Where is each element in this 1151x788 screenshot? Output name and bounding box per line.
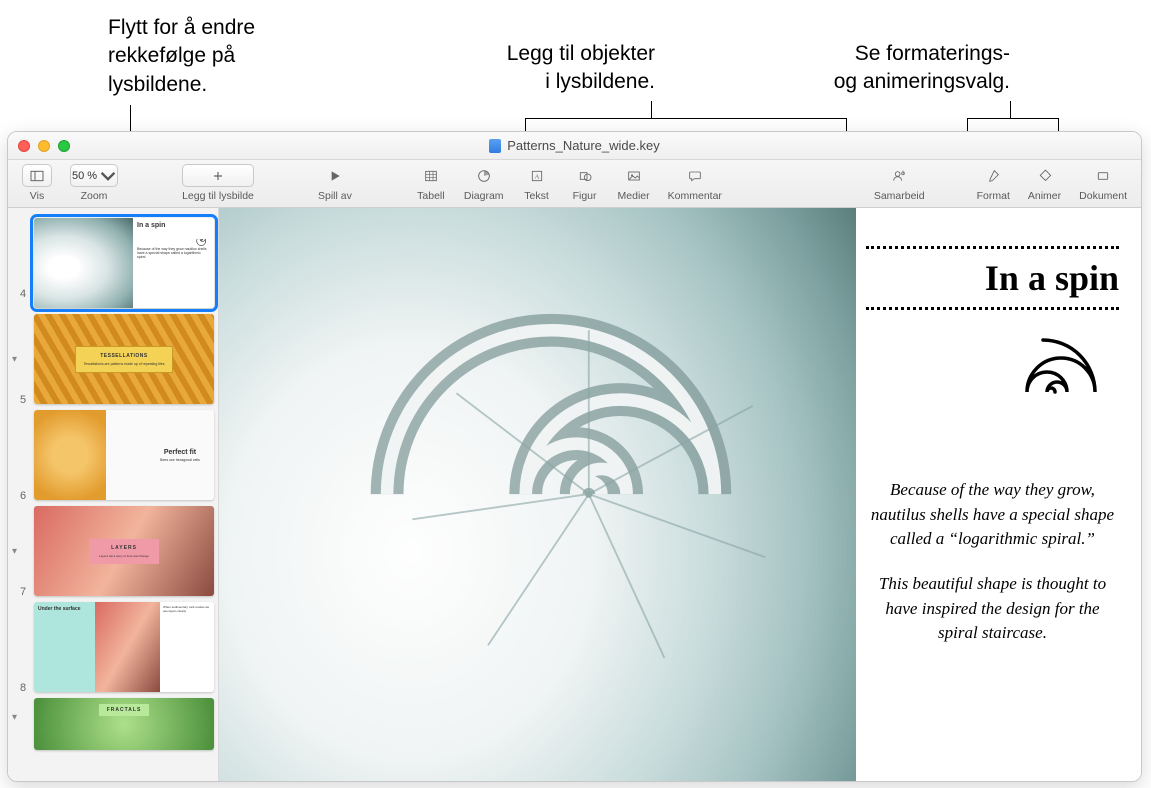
thumb-title: In a spin <box>137 222 210 229</box>
text-icon: A <box>529 168 545 184</box>
slide-canvas[interactable]: In a spin Because of the way they grow, … <box>219 208 1141 781</box>
animate-icon <box>1037 168 1053 184</box>
slide-heading[interactable]: In a spin <box>866 257 1119 299</box>
add-slide-button[interactable]: Legg til lysbilde <box>176 164 260 202</box>
dotted-rule <box>866 307 1119 310</box>
tool-label: Legg til lysbilde <box>182 190 254 202</box>
slide-text-area: In a spin Because of the way they grow, … <box>856 208 1141 781</box>
tool-label: Vis <box>30 190 44 202</box>
slide-number: 6 <box>20 490 26 502</box>
shape-icon <box>577 168 593 184</box>
slide-thumbnail-5[interactable]: TESSELLATIONS Tessellations are patterns… <box>34 314 214 404</box>
slide-paragraph-1[interactable]: Because of the way they grow, nautilus s… <box>866 478 1119 552</box>
window-title: Patterns_Nature_wide.key <box>507 138 659 153</box>
titlebar: Patterns_Nature_wide.key <box>8 132 1141 160</box>
slide-paragraph-2[interactable]: This beautiful shape is thought to have … <box>866 572 1119 646</box>
text-button[interactable]: A Tekst <box>516 164 558 202</box>
callout-format-bracket <box>967 118 1059 132</box>
play-icon <box>327 168 343 184</box>
tool-label: Animer <box>1028 190 1061 202</box>
play-button[interactable]: Spill av <box>312 164 358 202</box>
thumb-title: LAYERS <box>99 545 149 551</box>
window-title-wrap: Patterns_Nature_wide.key <box>8 138 1141 153</box>
sidebar-layout-icon <box>29 168 45 184</box>
chevron-down-icon <box>100 168 116 184</box>
zoom-button[interactable]: 50 % Zoom <box>64 164 124 202</box>
tool-label: Zoom <box>81 190 108 202</box>
dotted-rule <box>866 246 1119 249</box>
callout-reorder: Flytt for å endre rekkefølge på lysbilde… <box>108 14 255 99</box>
tool-label: Tabell <box>417 190 444 202</box>
tool-label: Diagram <box>464 190 504 202</box>
slide-thumbnail-9[interactable]: FRACTALS <box>34 698 214 750</box>
spiral-glyph[interactable] <box>866 332 1113 452</box>
tool-label: Dokument <box>1079 190 1127 202</box>
comment-icon <box>687 168 703 184</box>
document-button[interactable]: Dokument <box>1073 164 1133 202</box>
media-button[interactable]: Medier <box>612 164 656 202</box>
comment-button[interactable]: Kommentar <box>662 164 728 202</box>
nautilus-shell-image <box>334 242 844 746</box>
toolbar: Vis 50 % Zoom Legg til lysbilde Spill av <box>8 160 1141 208</box>
chart-button[interactable]: Diagram <box>458 164 510 202</box>
table-button[interactable]: Tabell <box>410 164 452 202</box>
close-button[interactable] <box>18 140 30 152</box>
tool-label: Tekst <box>524 190 549 202</box>
disclosure-triangle[interactable]: ▾ <box>12 354 17 365</box>
document-icon <box>489 139 501 153</box>
callout-format-anim: Se formaterings- og animeringsvalg. <box>771 40 1010 97</box>
shape-button[interactable]: Figur <box>564 164 606 202</box>
collaborate-button[interactable]: Samarbeid <box>868 164 931 202</box>
media-icon <box>626 168 642 184</box>
disclosure-triangle[interactable]: ▾ <box>12 546 17 557</box>
slide-thumbnail-7[interactable]: LAYERS Layers tell a story of time and c… <box>34 506 214 596</box>
callout-add-objects: Legg til objekter i lysbildene. <box>455 40 655 97</box>
slide-thumbnail-6[interactable]: Perfect fit Bees use hexagonal cells <box>34 410 214 500</box>
disclosure-triangle[interactable]: ▾ <box>12 712 17 723</box>
keynote-window: Patterns_Nature_wide.key Vis 50 % Zoom L… <box>7 131 1142 782</box>
plus-icon <box>210 168 226 184</box>
document-icon <box>1095 168 1111 184</box>
callout-reorder-text: Flytt for å endre rekkefølge på lysbilde… <box>108 16 255 96</box>
slide-number: 5 <box>20 394 26 406</box>
tool-label: Format <box>977 190 1010 202</box>
svg-text:A: A <box>534 173 539 180</box>
slide-navigator[interactable]: 4 In a spin Because of the way they grow… <box>8 208 219 781</box>
thumb-title: FRACTALS <box>99 704 150 716</box>
chart-icon <box>476 168 492 184</box>
slide-number: 4 <box>20 288 26 300</box>
callout-format-anim-text: Se formaterings- og animeringsvalg. <box>834 42 1010 93</box>
maximize-button[interactable] <box>58 140 70 152</box>
thumb-title: Under the surface <box>38 606 91 612</box>
thumb-title: Perfect fit <box>150 449 210 456</box>
minimize-button[interactable] <box>38 140 50 152</box>
tool-label: Samarbeid <box>874 190 925 202</box>
tool-label: Kommentar <box>668 190 722 202</box>
callout-add-objects-stem <box>651 101 652 118</box>
tool-label: Spill av <box>318 190 352 202</box>
collaborate-icon <box>891 168 907 184</box>
slide-number: 8 <box>20 682 26 694</box>
zoom-value: 50 % <box>72 170 97 182</box>
tool-label: Medier <box>618 190 650 202</box>
slide-number: 7 <box>20 586 26 598</box>
body: 4 In a spin Because of the way they grow… <box>8 208 1141 781</box>
view-button[interactable]: Vis <box>16 164 58 202</box>
slide-thumbnail-8[interactable]: Under the surface When sedimentary rock … <box>34 602 214 692</box>
paintbrush-icon <box>985 168 1001 184</box>
format-button[interactable]: Format <box>971 164 1016 202</box>
slide-thumbnail-4[interactable]: In a spin Because of the way they grow n… <box>34 218 214 308</box>
slide-content: In a spin Because of the way they grow, … <box>219 208 1141 781</box>
callout-add-objects-bracket <box>525 118 847 132</box>
table-icon <box>423 168 439 184</box>
slide-image-area <box>219 208 856 781</box>
callout-format-stem <box>1010 101 1011 118</box>
tool-label: Figur <box>573 190 597 202</box>
callout-add-objects-text: Legg til objekter i lysbildene. <box>507 42 655 93</box>
thumb-title: TESSELLATIONS <box>84 353 165 359</box>
animate-button[interactable]: Animer <box>1022 164 1067 202</box>
traffic-lights <box>18 140 70 152</box>
